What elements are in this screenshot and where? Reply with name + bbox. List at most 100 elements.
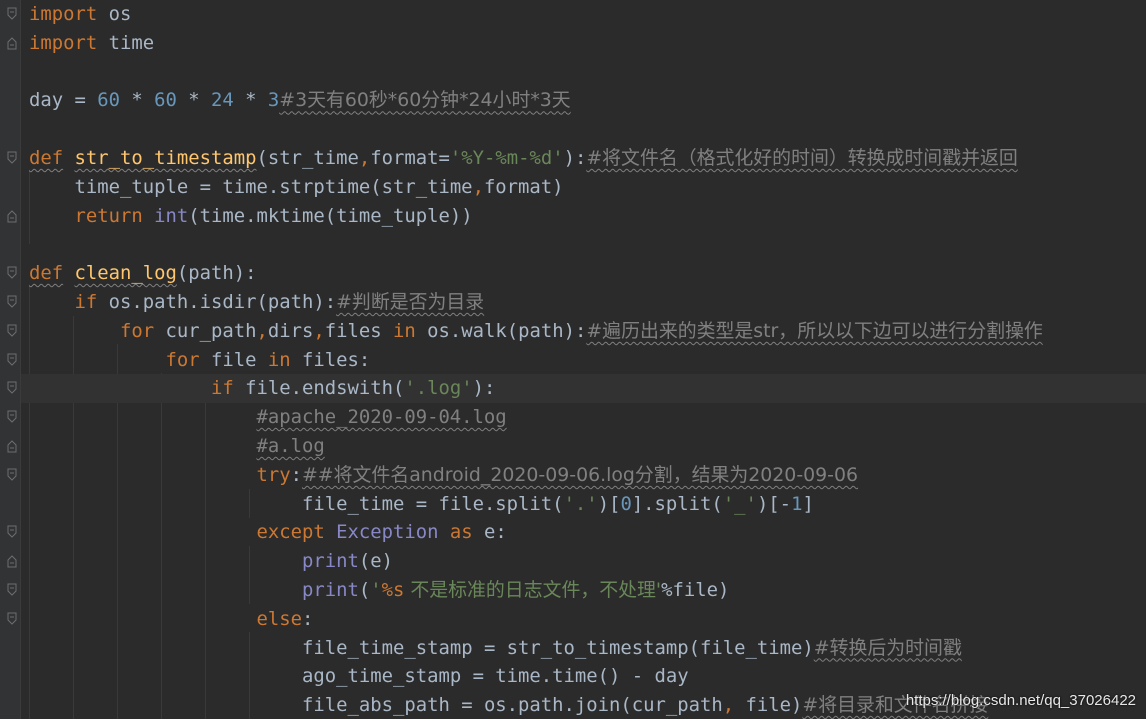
code-text: (e) xyxy=(358,550,393,573)
code-line-23[interactable]: file_time_stamp = str_to_timestamp(file_… xyxy=(29,634,1146,663)
code-text: files xyxy=(324,319,393,342)
code-text: file.endswith( xyxy=(233,377,405,400)
fold-markers xyxy=(0,0,20,719)
code-line-18[interactable]: file_time = file.split('.')[0].split('_'… xyxy=(29,490,1146,519)
code-line-7[interactable]: time_tuple = time.strptime(str_time,form… xyxy=(29,173,1146,202)
string: ' xyxy=(370,578,382,601)
code-text: e: xyxy=(472,521,507,544)
code-line-6[interactable]: def str_to_timestamp(str_time,format='%Y… xyxy=(29,144,1146,173)
keyword: def xyxy=(29,262,64,285)
code-text: os.walk(path): xyxy=(415,319,587,342)
code-text: (time.mktime(time_tuple)) xyxy=(188,204,473,227)
comment: #a.log xyxy=(256,434,325,457)
keyword: for xyxy=(120,319,155,342)
code-text: %file) xyxy=(661,578,730,601)
number: 0 xyxy=(620,492,632,515)
code-text: file_time = file.split( xyxy=(301,492,564,515)
fold-collapse-icon[interactable] xyxy=(7,468,17,482)
code-line-10[interactable]: def clean_log(path): xyxy=(29,259,1146,288)
operator: * xyxy=(176,89,211,112)
fold-end-icon[interactable] xyxy=(7,439,17,453)
code-text: (str_time xyxy=(256,146,359,169)
code-line-12[interactable]: for cur_path,dirs,files in os.walk(path)… xyxy=(29,317,1146,346)
fold-collapse-icon[interactable] xyxy=(7,381,17,395)
function-name: clean_log xyxy=(74,262,177,285)
code-text: ago_time_stamp = time.time() - day xyxy=(301,665,689,688)
fold-collapse-icon[interactable] xyxy=(7,151,17,165)
code-line-1[interactable]: import os xyxy=(29,0,1146,29)
code-text: file xyxy=(199,348,268,371)
comma: , xyxy=(256,319,268,342)
fold-collapse-icon[interactable] xyxy=(7,324,17,338)
code-text: file_abs_path = os.path.join(cur_path xyxy=(301,694,723,717)
keyword: in xyxy=(267,348,291,371)
fold-collapse-icon[interactable] xyxy=(7,583,17,597)
code-text: )[ xyxy=(597,492,621,515)
comma: , xyxy=(722,694,735,717)
comment: ##将文件名android_2020-09-06.log分割，结果为2020-0… xyxy=(301,463,859,486)
code-line-24[interactable]: ago_time_stamp = time.time() - day xyxy=(29,662,1146,691)
code-text: : xyxy=(290,463,302,486)
code-text: file) xyxy=(734,694,803,717)
code-line-15[interactable]: #apache_2020-09-04.log xyxy=(29,403,1146,432)
operator: * xyxy=(120,89,155,112)
fold-collapse-icon[interactable] xyxy=(7,612,17,626)
code-line-4[interactable]: day = 60 * 60 * 24 * 3#3天有60秒*60分钟*24小时*… xyxy=(29,86,1146,115)
code-text: os xyxy=(97,3,132,25)
fold-collapse-icon[interactable] xyxy=(7,295,17,309)
code-text: os.path.isdir(path): xyxy=(97,290,337,313)
code-line-9[interactable] xyxy=(29,230,1146,259)
editor-gutter[interactable] xyxy=(0,0,20,719)
number: 60 xyxy=(97,89,120,112)
code-lines[interactable]: import os import time day = 60 * 60 * 24… xyxy=(21,0,1146,719)
code-line-3[interactable] xyxy=(29,58,1146,87)
code-text: : xyxy=(301,607,314,630)
code-line-5[interactable] xyxy=(29,115,1146,144)
code-text: )[- xyxy=(756,492,792,515)
code-line-20[interactable]: print(e) xyxy=(29,547,1146,576)
fold-end-icon[interactable] xyxy=(7,36,17,50)
keyword: import xyxy=(29,3,98,25)
code-text: format= xyxy=(370,146,450,169)
code-text: format) xyxy=(483,175,564,198)
gutter-divider xyxy=(20,0,21,719)
string: '.log' xyxy=(404,377,473,400)
code-line-22[interactable]: else: xyxy=(29,605,1146,634)
keyword: except xyxy=(256,521,325,544)
fold-collapse-icon[interactable] xyxy=(7,353,17,367)
code-line-2[interactable]: import time xyxy=(29,29,1146,58)
comment: #apache_2020-09-04.log xyxy=(256,406,507,429)
number: 3 xyxy=(267,89,280,112)
number: 60 xyxy=(154,89,177,112)
code-line-17[interactable]: try:##将文件名android_2020-09-06.log分割，结果为20… xyxy=(29,461,1146,490)
fold-collapse-icon[interactable] xyxy=(7,410,17,424)
fold-collapse-icon[interactable] xyxy=(7,525,17,539)
builtin: print xyxy=(301,578,359,601)
code-line-21[interactable]: print('%s 不是标准的日志文件，不处理'%file) xyxy=(29,576,1146,605)
keyword: import xyxy=(29,31,98,54)
code-line-11[interactable]: if os.path.isdir(path):#判断是否为目录 xyxy=(29,288,1146,317)
code-line-19[interactable]: except Exception as e: xyxy=(29,518,1146,547)
code-text: time_tuple = time.strptime(str_time xyxy=(74,175,473,198)
code-line-14[interactable]: if file.endswith('.log'): xyxy=(21,374,1146,404)
code-text: cur_path xyxy=(154,319,257,342)
code-text: ): xyxy=(472,377,496,400)
comment: #转换后为时间戳 xyxy=(813,636,962,659)
code-line-16[interactable]: #a.log xyxy=(29,432,1146,461)
code-text: dirs xyxy=(267,319,314,342)
code-text: ): xyxy=(563,146,587,169)
string: '.' xyxy=(563,492,598,515)
fold-collapse-icon[interactable] xyxy=(7,7,17,21)
comment: #将文件名（格式化好的时间）转换成时间戳并返回 xyxy=(586,146,1018,169)
keyword: as xyxy=(449,521,473,544)
fold-end-icon[interactable] xyxy=(7,209,17,223)
fold-end-icon[interactable] xyxy=(7,554,17,568)
fold-collapse-icon[interactable] xyxy=(7,266,17,280)
code-line-13[interactable]: for file in files: xyxy=(29,346,1146,375)
keyword: else xyxy=(256,607,302,630)
code-text: time xyxy=(97,31,155,54)
function-name: str_to_timestamp xyxy=(74,146,257,169)
code-line-8[interactable]: return int(time.mktime(time_tuple)) xyxy=(29,202,1146,231)
code-editor[interactable]: import os import time day = 60 * 60 * 24… xyxy=(0,0,1146,719)
comma: , xyxy=(313,319,325,342)
